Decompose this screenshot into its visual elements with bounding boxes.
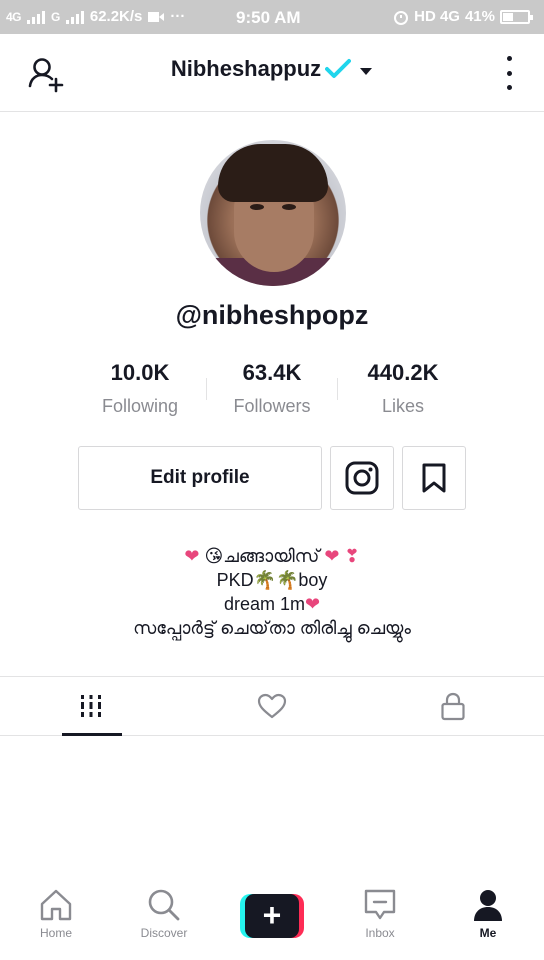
favorites-button[interactable] — [402, 446, 466, 510]
bio-text: boy — [298, 570, 328, 590]
heart-icon: ❤ — [304, 594, 321, 614]
stat-value: 10.0K — [110, 360, 170, 385]
heart-exclamation-icon: ❣ — [344, 546, 360, 566]
battery-icon — [500, 9, 533, 24]
profile-header: Nibheshappuz — [0, 34, 544, 112]
battery-percent: 41% — [464, 8, 495, 25]
alarm-icon — [394, 10, 409, 25]
bottom-navigation: Home Discover + Inbox Me — [0, 872, 544, 960]
tab-private[interactable] — [362, 677, 543, 735]
status-time: 9:50 AM — [236, 8, 301, 27]
nav-label: Discover — [140, 926, 188, 940]
search-icon — [148, 889, 180, 921]
network-speed: 62.2K/s — [89, 8, 143, 25]
nav-label: Inbox — [365, 926, 395, 940]
avatar-eye — [250, 204, 264, 210]
status-right: HD 4G 41% — [393, 8, 533, 25]
stat-value: 440.2K — [367, 360, 439, 385]
nav-label: Home — [39, 926, 72, 940]
account-switcher[interactable]: Nibheshappuz — [0, 56, 544, 82]
header-username: Nibheshappuz — [170, 56, 322, 81]
bio-line-2: PKD🌴🌴boy — [0, 568, 544, 592]
stat-followers[interactable]: 63.4K Followers — [202, 360, 342, 417]
active-tab-indicator — [62, 733, 122, 736]
profile-icon — [474, 890, 502, 921]
bio-line-1: ❤ 😘ചങ്ങായിസ് ❤ ❣ — [0, 544, 544, 568]
avatar-hair — [218, 144, 328, 202]
signal-2-label: G — [51, 9, 60, 24]
verified-check-icon — [325, 59, 352, 78]
nav-discover[interactable]: Discover — [114, 888, 214, 940]
heart-outline-icon — [257, 693, 286, 719]
battery-fill — [503, 12, 513, 21]
avatar-eye — [282, 204, 296, 210]
bio-text: dream 1m — [223, 594, 305, 614]
home-icon — [40, 889, 72, 921]
video-camera-icon — [148, 11, 165, 22]
profile-handle: @nibheshpopz — [175, 300, 369, 330]
more-notifications-icon: ··· — [170, 8, 186, 25]
stat-label: Likes — [381, 396, 425, 416]
stat-following[interactable]: 10.0K Following — [70, 360, 210, 417]
bio-line-3: dream 1m❤ — [0, 592, 544, 616]
nav-home[interactable]: Home — [6, 888, 106, 940]
stat-likes[interactable]: 440.2K Likes — [333, 360, 473, 417]
network-type: HD 4G — [414, 8, 460, 25]
nav-inbox[interactable]: Inbox — [330, 888, 430, 940]
dot — [506, 70, 512, 76]
bio-line-4: സപ്പോർട്ട് ചെയ്‌താ തിരിച്ചു ചെയ്യും — [133, 618, 411, 638]
stat-label: Following — [101, 396, 179, 416]
heart-icon: ❤ — [184, 546, 200, 566]
chevron-down-icon — [360, 68, 373, 75]
bio-text: ചങ്ങായിസ് — [223, 546, 320, 566]
stat-label: Followers — [233, 396, 311, 416]
kiss-emoji-icon: 😘 — [204, 546, 224, 566]
tab-videos[interactable] — [0, 677, 181, 735]
grid-icon — [80, 695, 101, 717]
signal-bars-icon — [65, 10, 84, 24]
avatar[interactable] — [200, 140, 346, 286]
status-left: 4G G 62.2K/s ··· — [6, 8, 185, 25]
stat-value: 63.4K — [242, 360, 302, 385]
signal-bars-icon — [27, 10, 46, 24]
dot — [506, 85, 512, 90]
palm-tree-icon: 🌴🌴 — [253, 570, 299, 590]
create-video-button[interactable]: + — [240, 894, 304, 938]
instagram-icon — [345, 461, 379, 495]
bio-text: PKD — [216, 570, 254, 590]
bookmark-icon — [422, 463, 446, 493]
plus-icon: + — [245, 894, 299, 938]
profile-bio: ❤ 😘ചങ്ങായിസ് ❤ ❣ PKD🌴🌴boy dream 1m❤ സപ്പ… — [0, 544, 544, 640]
dot — [506, 56, 512, 61]
status-bar: 4G G 62.2K/s ··· 9:50 AM HD 4G 41% — [0, 0, 544, 34]
edit-profile-button[interactable]: Edit profile — [78, 446, 322, 510]
inbox-icon — [364, 889, 396, 920]
heart-icon: ❤ — [324, 546, 340, 566]
lock-icon — [440, 692, 465, 721]
instagram-button[interactable] — [330, 446, 394, 510]
signal-1-label: 4G — [6, 9, 22, 24]
profile-tabs — [0, 676, 544, 736]
more-options-icon[interactable] — [504, 56, 514, 90]
nav-label: Me — [479, 926, 497, 940]
tab-liked[interactable] — [181, 677, 362, 735]
nav-me[interactable]: Me — [438, 888, 538, 940]
